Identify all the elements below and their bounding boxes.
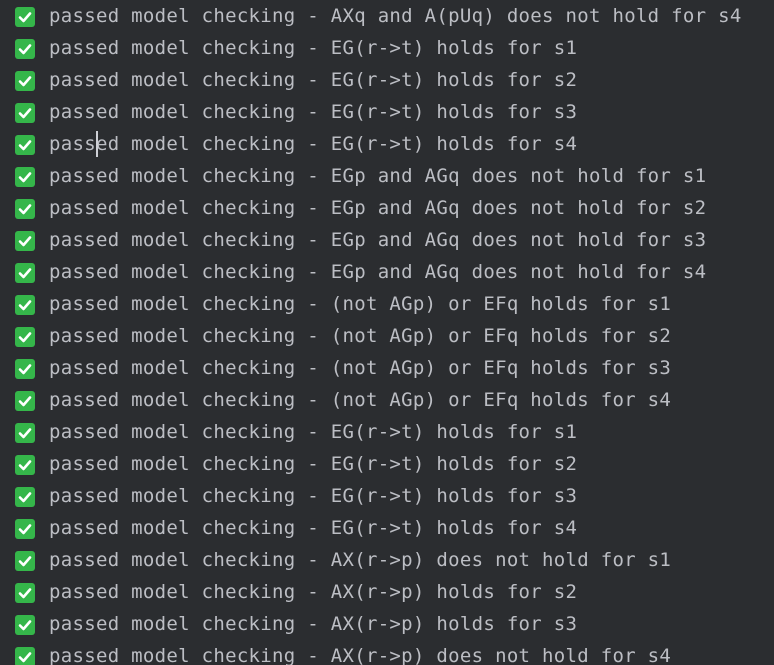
check-mark-icon bbox=[15, 231, 35, 251]
console-line-text: passed model checking - AX(r->p) holds f… bbox=[49, 581, 578, 603]
console-line: passed model checking - EGp and AGq does… bbox=[0, 192, 774, 224]
check-mark-icon bbox=[15, 647, 35, 665]
console-line: passed model checking - EGp and AGq does… bbox=[0, 160, 774, 192]
console-output: passed model checking - AXq and A(pUq) d… bbox=[0, 0, 774, 665]
console-line-text: passed model checking - EGp and AGq does… bbox=[49, 261, 707, 283]
console-line: passed model checking - AXq and A(pUq) d… bbox=[0, 0, 774, 32]
check-mark-icon bbox=[15, 359, 35, 379]
console-line-text: passed model checking - (not AGp) or EFq… bbox=[49, 293, 672, 315]
console-line-text: passed model checking - EGp and AGq does… bbox=[49, 197, 707, 219]
check-mark-icon bbox=[15, 391, 35, 411]
check-mark-icon bbox=[15, 167, 35, 187]
console-line-text: passed model checking - EGp and AGq does… bbox=[49, 229, 707, 251]
console-line-text: passed model checking - AX(r->p) holds f… bbox=[49, 613, 578, 635]
check-mark-icon bbox=[15, 103, 35, 123]
console-line: passed model checking - (not AGp) or EFq… bbox=[0, 288, 774, 320]
console-line-text: passed model checking - AX(r->p) does no… bbox=[49, 645, 672, 665]
console-line-text: passed model checking - AX(r->p) does no… bbox=[49, 549, 672, 571]
check-mark-icon bbox=[15, 199, 35, 219]
check-mark-icon bbox=[15, 423, 35, 443]
console-line: passed model checking - (not AGp) or EFq… bbox=[0, 384, 774, 416]
console-line-text: passed model checking - EG(r->t) holds f… bbox=[49, 453, 578, 475]
console-line-text: passed model checking - EG(r->t) holds f… bbox=[49, 37, 578, 59]
console-line: passed model checking - (not AGp) or EFq… bbox=[0, 320, 774, 352]
console-line: passed model checking - AX(r->p) does no… bbox=[0, 544, 774, 576]
console-line: passed model checking - EG(r->t) holds f… bbox=[0, 448, 774, 480]
console-line: passed model checking - (not AGp) or EFq… bbox=[0, 352, 774, 384]
console-line: passed model checking - EGp and AGq does… bbox=[0, 256, 774, 288]
console-line-text: passed model checking - EG(r->t) holds f… bbox=[49, 421, 578, 443]
console-line-text: passed model checking - EGp and AGq does… bbox=[49, 165, 707, 187]
console-line: passed model checking - EG(r->t) holds f… bbox=[0, 96, 774, 128]
console-line: passed model checking - EG(r->t) holds f… bbox=[0, 480, 774, 512]
check-mark-icon bbox=[15, 71, 35, 91]
check-mark-icon bbox=[15, 263, 35, 283]
console-line-text: passed model checking - (not AGp) or EFq… bbox=[49, 389, 672, 411]
console-line-text: passed model checking - EG(r->t) holds f… bbox=[49, 133, 578, 155]
console-line: passed model checking - EG(r->t) holds f… bbox=[0, 32, 774, 64]
check-mark-icon bbox=[15, 135, 35, 155]
console-line-text: passed model checking - EG(r->t) holds f… bbox=[49, 485, 578, 507]
console-line-text: passed model checking - AXq and A(pUq) d… bbox=[49, 5, 742, 27]
check-mark-icon bbox=[15, 519, 35, 539]
check-mark-icon bbox=[15, 551, 35, 571]
check-mark-icon bbox=[15, 7, 35, 27]
check-mark-icon bbox=[15, 327, 35, 347]
console-line: passed model checking - AX(r->p) holds f… bbox=[0, 608, 774, 640]
text-caret bbox=[96, 131, 98, 157]
console-line-text: passed model checking - EG(r->t) holds f… bbox=[49, 69, 578, 91]
check-mark-icon bbox=[15, 39, 35, 59]
console-line: passed model checking - EGp and AGq does… bbox=[0, 224, 774, 256]
console-line: passed model checking - EG(r->t) holds f… bbox=[0, 64, 774, 96]
console-line: passed model checking - AX(r->p) does no… bbox=[0, 640, 774, 665]
console-line-text: passed model checking - (not AGp) or EFq… bbox=[49, 325, 672, 347]
console-line: passed model checking - EG(r->t) holds f… bbox=[0, 512, 774, 544]
check-mark-icon bbox=[15, 455, 35, 475]
console-line-text: passed model checking - EG(r->t) holds f… bbox=[49, 101, 578, 123]
check-mark-icon bbox=[15, 295, 35, 315]
console-line: passed model checking - EG(r->t) holds f… bbox=[0, 128, 774, 160]
console-line: passed model checking - EG(r->t) holds f… bbox=[0, 416, 774, 448]
check-mark-icon bbox=[15, 583, 35, 603]
check-mark-icon bbox=[15, 487, 35, 507]
console-line-text: passed model checking - EG(r->t) holds f… bbox=[49, 517, 578, 539]
check-mark-icon bbox=[15, 615, 35, 635]
console-line: passed model checking - AX(r->p) holds f… bbox=[0, 576, 774, 608]
console-line-text: passed model checking - (not AGp) or EFq… bbox=[49, 357, 672, 379]
